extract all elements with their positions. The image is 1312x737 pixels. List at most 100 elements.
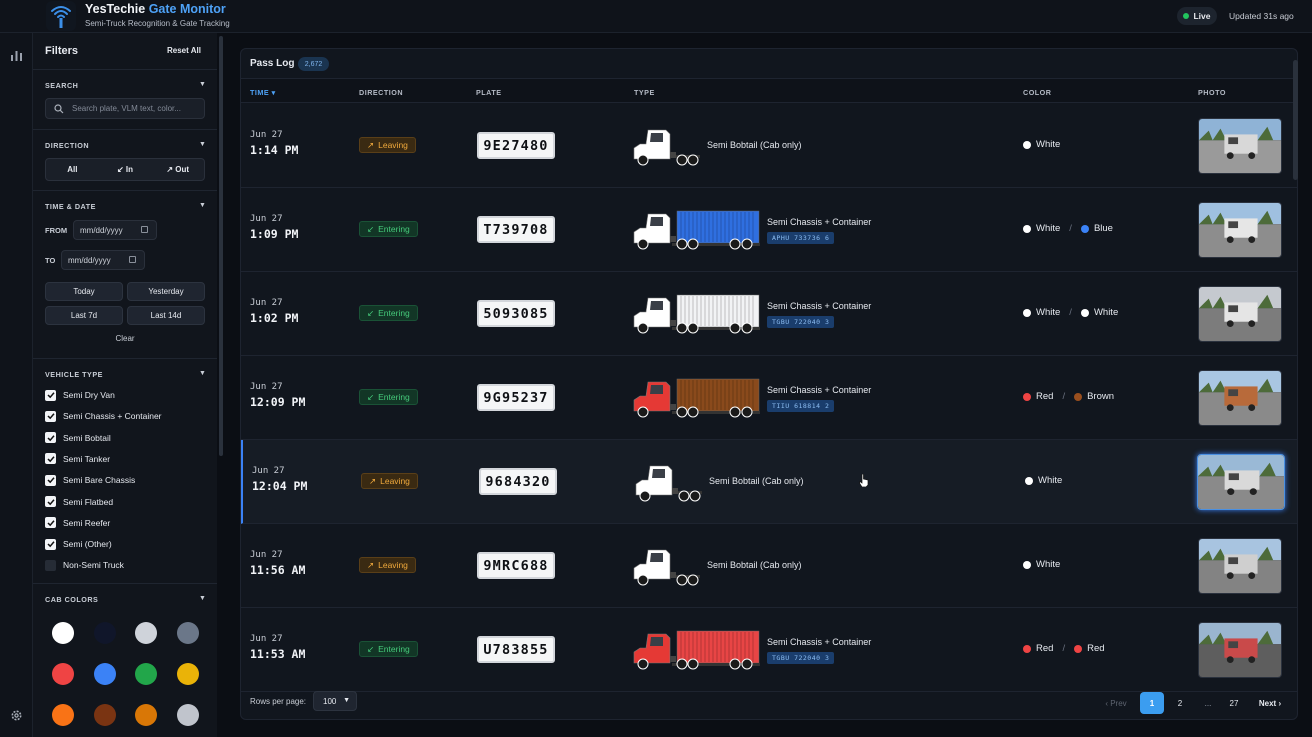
vehicle-photo[interactable]	[1198, 202, 1282, 258]
page-1-button[interactable]: 1	[1140, 692, 1164, 714]
table-row[interactable]: Jun 27 1:09 PM ↙ Entering T739708 Semi Chassi…	[241, 188, 1297, 272]
vehicle-photo[interactable]	[1198, 286, 1282, 342]
vehicle-photo[interactable]	[1198, 538, 1282, 594]
vehicle-photo[interactable]	[1197, 454, 1285, 510]
search-input[interactable]: Search plate, VLM text, color...	[45, 98, 205, 119]
pass-log-title: Pass Log	[250, 58, 295, 69]
next-page-button[interactable]: Next ›	[1251, 692, 1289, 714]
color-swatch[interactable]	[93, 663, 116, 685]
table-row[interactable]: Jun 27 12:09 PM ↙ Entering 9G95237 Semi Chass…	[241, 356, 1297, 440]
table-row[interactable]: Jun 27 1:02 PM ↙ Entering 5093085 Semi Chassi…	[241, 272, 1297, 356]
checkbox[interactable]	[45, 559, 56, 571]
to-date-input[interactable]: mm/dd/yyyy	[61, 250, 145, 270]
color-separator: /	[1062, 643, 1066, 654]
color-name: White	[1036, 559, 1061, 570]
color-swatch[interactable]	[93, 622, 116, 644]
direction-out[interactable]: ↗ Out	[151, 159, 204, 180]
vehicle-type-option[interactable]: Semi Bobtail	[45, 431, 111, 445]
filters-scrollbar[interactable]	[219, 36, 223, 456]
container-code-badge: TIIU 618814 2	[767, 400, 835, 412]
last-14d-button[interactable]: Last 14d	[127, 306, 205, 325]
prev-page-button[interactable]: ‹ Prev	[1101, 692, 1131, 714]
vehicle-photo[interactable]	[1198, 118, 1282, 174]
col-photo-header[interactable]: PHOTO	[1198, 88, 1226, 97]
col-type-header[interactable]: TYPE	[634, 88, 655, 97]
last-7d-button[interactable]: Last 7d	[45, 306, 123, 325]
vehicle-type-option[interactable]: Semi Dry Van	[45, 388, 115, 402]
bar-chart-icon[interactable]	[4, 43, 28, 67]
vehicle-type-option[interactable]: Semi (Other)	[45, 537, 112, 551]
col-color-header[interactable]: COLOR	[1023, 88, 1051, 97]
table-row[interactable]: Jun 27 12:04 PM ↗ Leaving 9684320 Semi Bobtai…	[241, 440, 1297, 524]
reset-all-button[interactable]: Reset All	[167, 46, 201, 55]
checkbox[interactable]	[45, 474, 56, 486]
truck-illustration-icon	[632, 290, 762, 336]
vehicle-type-text: Semi Bobtail (Cab only)	[709, 476, 804, 486]
checkbox[interactable]	[45, 389, 56, 401]
color-swatch[interactable]	[52, 704, 74, 726]
col-direction-header[interactable]: DIRECTION	[359, 88, 403, 97]
vehicle-photo[interactable]	[1198, 370, 1282, 426]
pagination-bar: Rows per page: 100 ▼ ‹ Prev 1 2 ... 27 Ne…	[241, 683, 1297, 719]
checkbox[interactable]	[45, 432, 56, 444]
direction-badge: ↗ Leaving	[359, 557, 416, 573]
color-swatch[interactable]	[176, 663, 199, 685]
direction-arrow-icon: ↙	[367, 643, 375, 654]
direction-in[interactable]: ↙ In	[99, 159, 152, 180]
filters-panel: Filters Reset All SEARCH ▼ Search plate,…	[33, 33, 217, 737]
vehicle-type-option[interactable]: Non-Semi Truck	[45, 558, 124, 572]
rows-per-page-select[interactable]: 100 ▼	[313, 691, 357, 711]
color-swatch[interactable]	[52, 622, 74, 644]
vehicle-type-heading: VEHICLE TYPE	[45, 370, 103, 379]
direction-collapse-icon[interactable]: ▼	[199, 141, 206, 148]
vehicle-type-collapse-icon[interactable]: ▼	[199, 370, 206, 377]
direction-all[interactable]: All	[46, 159, 99, 180]
checkbox[interactable]	[45, 538, 56, 550]
page-2-button[interactable]: 2	[1168, 692, 1192, 714]
gear-icon[interactable]	[4, 703, 28, 727]
vehicle-photo[interactable]	[1198, 622, 1282, 678]
direction-toggle: All ↙ In ↗ Out	[45, 158, 205, 181]
vehicle-type-option[interactable]: Semi Tanker	[45, 452, 110, 466]
color-swatch[interactable]	[135, 663, 157, 685]
color-dot-icon	[1023, 644, 1031, 653]
table-row[interactable]: Jun 27 11:56 AM ↗ Leaving 9MRC688 Semi Bobtai…	[241, 524, 1297, 608]
color-swatch[interactable]	[176, 622, 199, 644]
divider	[33, 190, 217, 191]
col-plate-header[interactable]: PLATE	[476, 88, 502, 97]
vehicle-type-option[interactable]: Semi Chassis + Container	[45, 409, 162, 423]
timedate-collapse-icon[interactable]: ▼	[199, 202, 206, 209]
color-swatch[interactable]	[93, 704, 116, 726]
container-code-badge: TGBU 722040 3	[767, 652, 835, 664]
checkbox[interactable]	[45, 410, 56, 422]
calendar-icon	[141, 226, 148, 233]
table-row[interactable]: Jun 27 1:14 PM ↗ Leaving 9E27480 Semi Bobtail…	[241, 104, 1297, 188]
direction-arrow-icon: ↙	[367, 223, 375, 234]
direction-arrow-icon: ↙	[367, 391, 375, 402]
checkbox[interactable]	[45, 517, 56, 529]
color-swatch[interactable]	[176, 704, 199, 726]
vehicle-type-text: Semi Chassis + Container	[767, 301, 872, 311]
cab-colors-collapse-icon[interactable]: ▼	[199, 595, 206, 602]
yesterday-button[interactable]: Yesterday	[127, 282, 205, 301]
direction-label: Entering	[378, 644, 410, 654]
clear-date-button[interactable]: Clear	[45, 334, 205, 343]
vehicle-type-option[interactable]: Semi Reefer	[45, 516, 110, 530]
today-button[interactable]: Today	[45, 282, 123, 301]
main-scrollbar[interactable]	[1293, 60, 1298, 180]
page-27-button[interactable]: 27	[1222, 692, 1246, 714]
direction-label: Entering	[378, 392, 410, 402]
vehicle-type-option[interactable]: Semi Bare Chassis	[45, 473, 135, 487]
color-swatch[interactable]	[135, 622, 157, 644]
color-swatch[interactable]	[52, 663, 74, 685]
direction-heading: DIRECTION	[45, 141, 90, 150]
checkbox[interactable]	[45, 453, 56, 465]
from-date-input[interactable]: mm/dd/yyyy	[73, 220, 157, 240]
search-collapse-icon[interactable]: ▼	[199, 81, 206, 88]
color-swatch[interactable]	[135, 704, 157, 726]
vehicle-type-option[interactable]: Semi Flatbed	[45, 495, 113, 509]
divider	[33, 69, 217, 70]
table-row[interactable]: Jun 27 11:53 AM ↙ Entering U783855 Semi Chass…	[241, 608, 1297, 692]
col-time-header[interactable]: TIME ▾	[250, 88, 276, 97]
checkbox[interactable]	[45, 496, 56, 507]
